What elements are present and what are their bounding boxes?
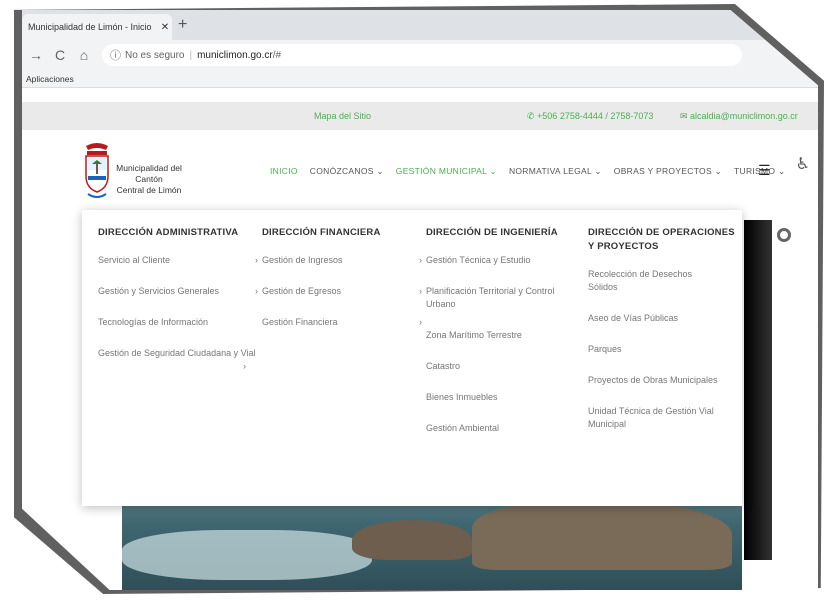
hero-rock (472, 500, 732, 570)
menu-item[interactable]: Servicio al Cliente › (98, 254, 258, 267)
menu-item-label: Gestión Técnica y Estudio (426, 255, 531, 265)
url-domain: municlimon.go.cr (197, 49, 273, 61)
reload-icon[interactable]: C (50, 47, 70, 63)
bookmarks-bar: Aplicaciones (22, 70, 818, 88)
close-icon[interactable]: ✕ (158, 22, 172, 33)
menu-item[interactable]: Tecnologías de Información (98, 316, 258, 329)
menu-item[interactable]: Gestión Ambiental (426, 422, 586, 435)
email-contact[interactable]: ✉ alcaldia@municlimon.go.cr (680, 102, 798, 130)
chevron-right-icon: › (255, 286, 258, 296)
menu-item[interactable]: Gestión Técnica y Estudio (426, 254, 586, 267)
home-icon[interactable]: ⌂ (74, 47, 94, 63)
menu-column-operaciones: DIRECCIÓN DE OPERACIONES Y PROYECTOS Rec… (588, 226, 738, 449)
nav-conozcanos[interactable]: CONÓZCANOS ⌄ (310, 166, 384, 177)
menu-item[interactable]: Proyectos de Obras Municipales (588, 374, 738, 387)
chevron-right-icon: › (243, 361, 246, 371)
url-separator: | (189, 49, 193, 61)
nav-inicio[interactable]: INICIO (270, 166, 298, 177)
menu-item-label: Zona Marítimo Terrestre (426, 330, 522, 340)
url-path: /# (272, 49, 282, 61)
brand-line-1: Municipalidad del Cantón (116, 163, 182, 184)
chevron-right-icon: › (255, 255, 258, 265)
phone-contact[interactable]: ✆ +506 2758-4444 / 2758-7073 (527, 102, 653, 130)
menu-item[interactable]: Parques (588, 343, 738, 356)
menu-item-label: Gestión de Egresos (262, 286, 342, 296)
forward-icon[interactable]: → (26, 47, 46, 63)
menu-item-label: Gestión de Seguridad Ciudadana y Vial (98, 348, 256, 358)
chevron-right-icon: › (419, 255, 422, 265)
main-navigation: INICIO CONÓZCANOS ⌄ GESTIÓN MUNICIPAL ⌄ … (270, 166, 785, 177)
menu-item-label: Parques (588, 344, 622, 354)
menu-item[interactable]: Gestión de Egresos › (262, 285, 422, 298)
accessibility-icon[interactable]: ♿ (796, 154, 810, 174)
menu-item[interactable]: Recolección de Desechos Sólidos (588, 268, 738, 294)
menu-item-label: Recolección de Desechos Sólidos (588, 269, 693, 292)
menu-item-label: Bienes Inmuebles (426, 392, 498, 402)
menu-item[interactable]: Unidad Técnica de Gestión Vial Municipal (588, 405, 738, 431)
slider-edge (744, 220, 772, 560)
menu-column-financiera: DIRECCIÓN FINANCIERA Gestión de Ingresos… (262, 226, 422, 347)
browser-tab[interactable]: Municipalidad de Limón - Inicio ✕ (22, 14, 172, 40)
tab-bar: Municipalidad de Limón - Inicio ✕ + (22, 10, 818, 40)
hero-rock (352, 520, 472, 560)
site-header: Municipalidad del Cantón Central de Limó… (22, 136, 818, 210)
menu-item-label: Tecnologías de Información (98, 317, 209, 327)
site-topbar: Mapa del Sitio ✆ +506 2758-4444 / 2758-7… (22, 102, 818, 130)
menu-item-label: Aseo de Vías Públicas (588, 313, 679, 323)
menu-item[interactable]: Gestión y Servicios Generales › (98, 285, 258, 298)
column-title: DIRECCIÓN DE OPERACIONES Y PROYECTOS (588, 227, 735, 252)
menu-item[interactable]: Bienes Inmuebles (426, 391, 586, 404)
menu-item-label: Gestión Financiera (262, 317, 338, 327)
menu-item[interactable]: Planificación Territorial y Control Urba… (426, 285, 586, 311)
menu-item[interactable]: Zona Marítimo Terrestre (426, 329, 586, 342)
municipality-brand[interactable]: Municipalidad del Cantón Central de Limó… (114, 163, 184, 196)
column-title: DIRECCIÓN FINANCIERA (262, 227, 381, 238)
menu-item[interactable]: Catastro (426, 360, 586, 373)
menu-item[interactable]: Gestión de Ingresos › (262, 254, 422, 267)
nav-normativa-legal[interactable]: NORMATIVA LEGAL ⌄ (509, 166, 602, 177)
menu-item[interactable]: Aseo de Vías Públicas (588, 312, 738, 325)
menu-column-ingenieria: DIRECCIÓN DE INGENIERÍA Gestión Técnica … (426, 226, 586, 453)
chevron-right-icon: › (419, 286, 422, 296)
slider-handle[interactable] (777, 228, 791, 242)
menu-item-label: Proyectos de Obras Municipales (588, 375, 718, 385)
url-input[interactable]: ⓘ No es seguro | municlimon.go.cr /# (102, 44, 742, 66)
brand-line-2: Central de Limón (116, 185, 182, 195)
new-tab-icon[interactable]: + (178, 16, 187, 34)
chevron-right-icon: › (419, 317, 422, 327)
municipality-logo-icon[interactable] (84, 142, 110, 204)
column-title: DIRECCIÓN DE INGENIERÍA (426, 227, 558, 238)
hamburger-menu-icon[interactable]: ☰ (758, 162, 771, 179)
tab-title: Municipalidad de Limón - Inicio (28, 22, 152, 32)
browser-window: Municipalidad de Limón - Inicio ✕ + → C … (22, 10, 818, 590)
nav-gestion-municipal[interactable]: GESTIÓN MUNICIPAL ⌄ (396, 166, 497, 177)
security-label: No es seguro (125, 49, 185, 61)
menu-item-label: Unidad Técnica de Gestión Vial Municipal (588, 406, 714, 429)
nav-obras-y-proyectos[interactable]: OBRAS Y PROYECTOS ⌄ (614, 166, 722, 177)
mega-menu-gestion-municipal: DIRECCIÓN ADMINISTRATIVA Servicio al Cli… (82, 210, 742, 506)
hero-foam (122, 530, 372, 580)
menu-item-label: Planificación Territorial y Control Urba… (426, 286, 555, 309)
address-bar: → C ⌂ ⓘ No es seguro | municlimon.go.cr … (22, 40, 818, 70)
menu-item[interactable]: Gestión de Seguridad Ciudadana y Vial › (98, 347, 258, 371)
bookmark-apps[interactable]: Aplicaciones (26, 74, 74, 84)
column-title: DIRECCIÓN ADMINISTRATIVA (98, 227, 239, 238)
menu-column-administrativa: DIRECCIÓN ADMINISTRATIVA Servicio al Cli… (98, 226, 258, 378)
menu-item-label: Gestión Ambiental (426, 423, 500, 433)
menu-item-label: Catastro (426, 361, 461, 371)
info-icon[interactable]: ⓘ (110, 47, 121, 63)
menu-item[interactable]: Gestión Financiera › (262, 316, 422, 329)
menu-item-label: Servicio al Cliente (98, 255, 171, 265)
menu-item-label: Gestión y Servicios Generales (98, 286, 220, 296)
sitemap-link[interactable]: Mapa del Sitio (314, 102, 371, 130)
menu-item-label: Gestión de Ingresos (262, 255, 343, 265)
